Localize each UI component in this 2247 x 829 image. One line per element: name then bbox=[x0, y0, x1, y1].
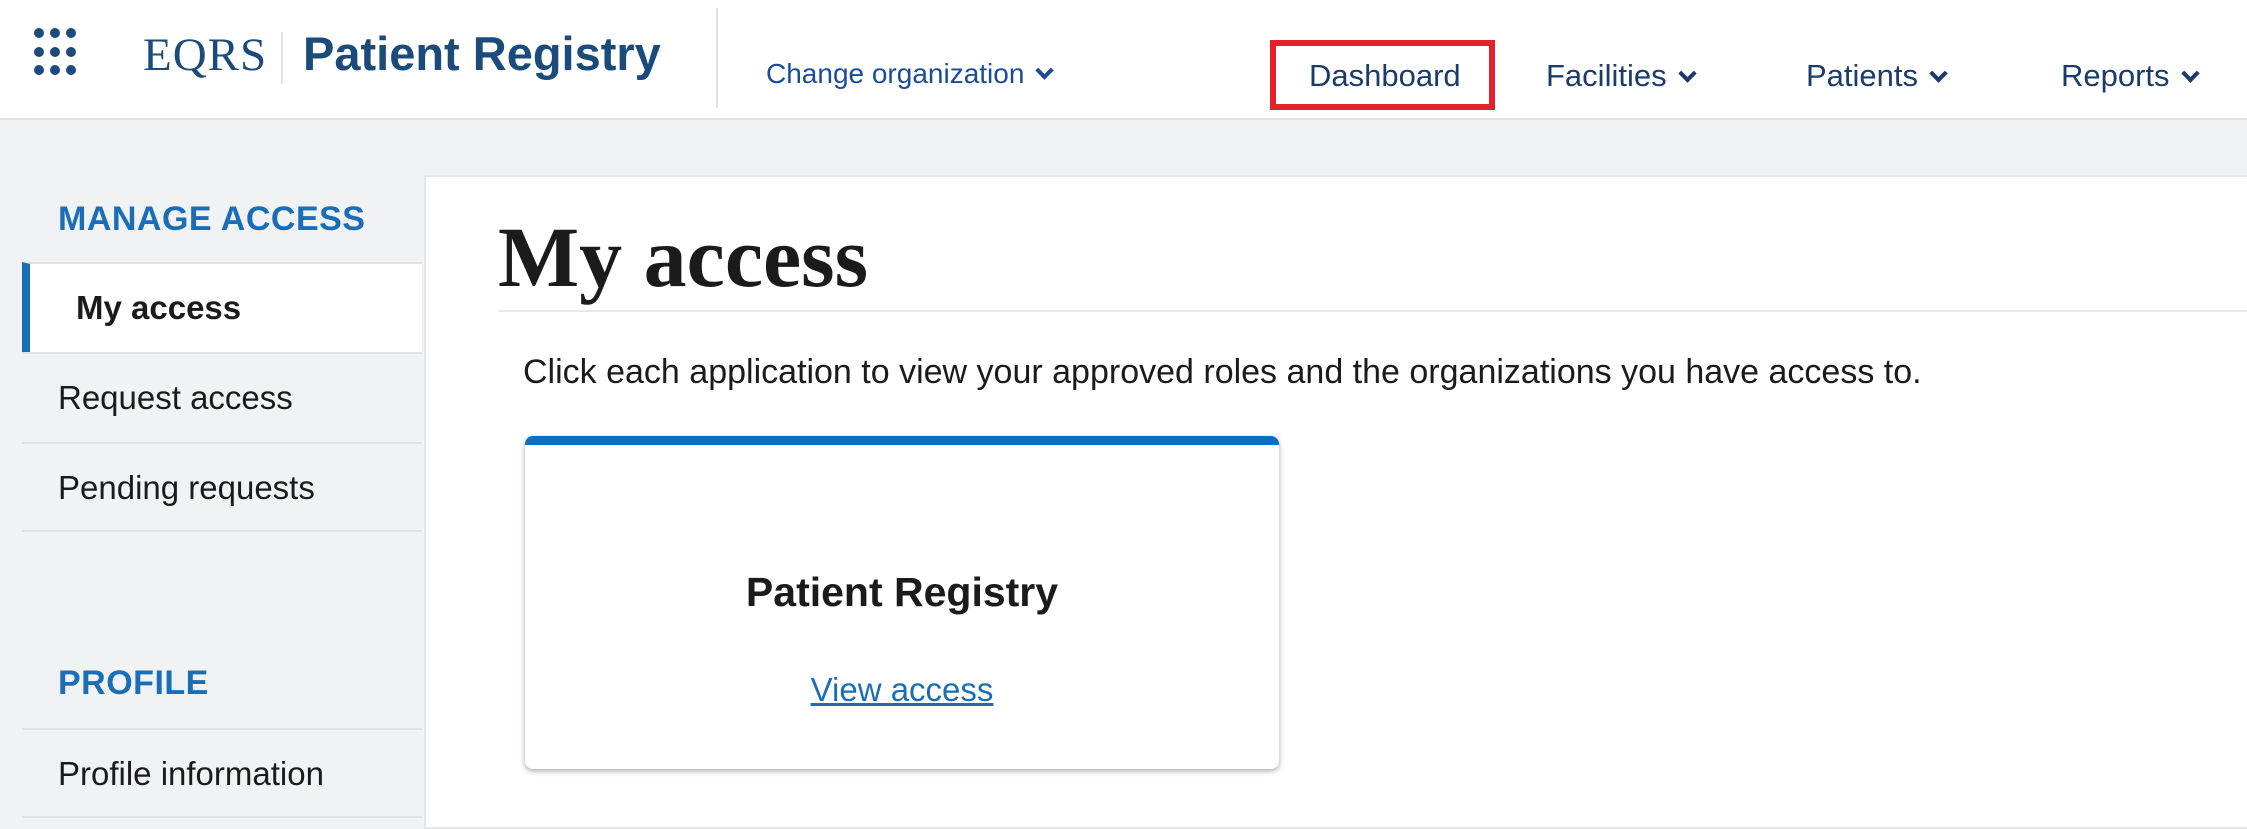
nav-patients[interactable]: Patients bbox=[1806, 58, 1948, 94]
change-organization-label: Change organization bbox=[766, 58, 1025, 89]
top-header: EQRS Patient Registry Change organizatio… bbox=[0, 0, 2247, 120]
sidebar-item-pending-requests[interactable]: Pending requests bbox=[22, 442, 422, 532]
nav-facilities-label: Facilities bbox=[1546, 58, 1667, 93]
nav-reports-label: Reports bbox=[2061, 58, 2170, 93]
intro-text: Click each application to view your appr… bbox=[523, 353, 1922, 391]
application-card[interactable]: Patient Registry View access bbox=[525, 436, 1279, 769]
chevron-down-icon bbox=[1929, 64, 1948, 83]
sidebar-item-my-access[interactable]: My access bbox=[22, 262, 422, 352]
dashboard-highlight-box bbox=[1270, 40, 1495, 110]
chevron-down-icon bbox=[1035, 61, 1055, 80]
grid-apps-icon[interactable] bbox=[34, 28, 84, 78]
header-divider bbox=[716, 8, 718, 108]
brand-name: EQRS bbox=[143, 29, 268, 81]
nav-patients-label: Patients bbox=[1806, 58, 1919, 93]
brand-divider bbox=[281, 32, 283, 84]
application-card-title: Patient Registry bbox=[745, 569, 1059, 615]
chevron-down-icon bbox=[1677, 64, 1697, 83]
view-access-link[interactable]: View access bbox=[525, 671, 1279, 709]
nav-facilities[interactable]: Facilities bbox=[1546, 58, 1697, 94]
product-name[interactable]: Patient Registry bbox=[303, 26, 661, 81]
change-organization-button[interactable]: Change organization bbox=[766, 58, 1055, 90]
nav-reports[interactable]: Reports bbox=[2061, 58, 2200, 94]
manage-access-heading: MANAGE ACCESS bbox=[58, 200, 366, 238]
page-title: My access bbox=[498, 209, 869, 305]
title-divider bbox=[498, 310, 2247, 312]
main-panel: My access Click each application to view… bbox=[424, 175, 2247, 829]
chevron-down-icon bbox=[2180, 64, 2200, 83]
profile-heading: PROFILE bbox=[58, 664, 209, 702]
sidebar-item-profile-information[interactable]: Profile information bbox=[22, 728, 422, 818]
sidebar-item-request-access[interactable]: Request access bbox=[22, 352, 422, 442]
